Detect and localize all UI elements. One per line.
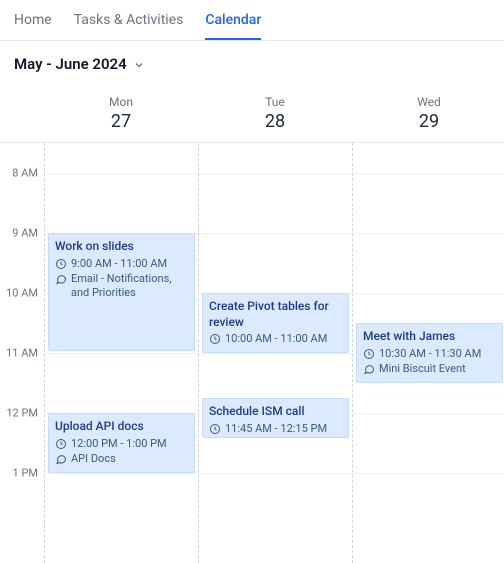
event-title: Schedule ISM call <box>209 404 342 420</box>
time-label: 9 AM <box>12 227 38 240</box>
day-number-label: 29 <box>352 111 504 132</box>
calendar-range-selector[interactable]: May - June 2024 <box>0 41 504 89</box>
chevron-down-icon <box>133 59 145 71</box>
time-label: 11 AM <box>6 347 38 360</box>
day-of-week-label: Tue <box>198 95 352 109</box>
event-time-row: 9:00 AM - 11:00 AM <box>55 257 188 271</box>
tab-tasks-activities[interactable]: Tasks & Activities <box>74 12 184 40</box>
event-link: API Docs <box>71 452 116 466</box>
event-time-row: 12:00 PM - 1:00 PM <box>55 437 188 451</box>
event-title: Work on slides <box>55 239 188 255</box>
event-link-row: Email - Notifications, and Priorities <box>55 272 188 301</box>
calendar-event[interactable]: Work on slides 9:00 AM - 11:00 AM Email … <box>48 233 195 351</box>
time-axis: 8 AM 9 AM 10 AM 11 AM 12 PM 1 PM <box>0 143 44 563</box>
event-time: 10:00 AM - 11:00 AM <box>225 332 327 346</box>
tab-home[interactable]: Home <box>14 12 52 40</box>
calendar-event[interactable]: Create Pivot tables for review 10:00 AM … <box>202 293 349 353</box>
time-label: 1 PM <box>13 467 38 480</box>
time-label: 10 AM <box>6 287 38 300</box>
event-link-row: Mini Biscuit Event <box>363 362 496 376</box>
clock-icon <box>209 423 221 435</box>
calendar-event[interactable]: Schedule ISM call 11:45 AM - 12:15 PM <box>202 398 349 438</box>
event-time-row: 10:30 AM - 11:30 AM <box>363 347 496 361</box>
event-time-row: 10:00 AM - 11:00 AM <box>209 332 342 346</box>
clock-icon <box>55 438 67 450</box>
day-column-wed[interactable]: Meet with James 10:30 AM - 11:30 AM Mini… <box>352 143 504 563</box>
day-header-wed[interactable]: Wed 29 <box>352 89 504 142</box>
calendar-day-header: Mon 27 Tue 28 Wed 29 <box>0 89 504 143</box>
event-time: 9:00 AM - 11:00 AM <box>71 257 167 271</box>
comment-icon <box>55 273 67 285</box>
event-title: Upload API docs <box>55 419 188 435</box>
day-number-label: 27 <box>44 111 198 132</box>
calendar-range-label: May - June 2024 <box>14 55 127 73</box>
comment-icon <box>363 363 375 375</box>
day-column-mon[interactable]: Work on slides 9:00 AM - 11:00 AM Email … <box>44 143 198 563</box>
calendar-event[interactable]: Meet with James 10:30 AM - 11:30 AM Mini… <box>356 323 503 383</box>
time-label: 12 PM <box>6 407 38 420</box>
event-title: Create Pivot tables for review <box>209 299 342 330</box>
tab-bar: Home Tasks & Activities Calendar <box>0 0 504 41</box>
event-time: 10:30 AM - 11:30 AM <box>379 347 481 361</box>
event-link: Mini Biscuit Event <box>379 362 466 376</box>
event-link: Email - Notifications, and Priorities <box>71 272 188 301</box>
clock-icon <box>363 348 375 360</box>
day-number-label: 28 <box>198 111 352 132</box>
event-link-row: API Docs <box>55 452 188 466</box>
day-header-tue[interactable]: Tue 28 <box>198 89 352 142</box>
tab-calendar[interactable]: Calendar <box>205 12 261 40</box>
time-label: 8 AM <box>12 167 38 180</box>
calendar-body: 8 AM 9 AM 10 AM 11 AM 12 PM 1 PM Work on… <box>0 143 504 563</box>
calendar-event[interactable]: Upload API docs 12:00 PM - 1:00 PM API D… <box>48 413 195 473</box>
day-of-week-label: Wed <box>352 95 504 109</box>
event-time: 12:00 PM - 1:00 PM <box>71 437 167 451</box>
comment-icon <box>55 453 67 465</box>
day-column-tue[interactable]: Create Pivot tables for review 10:00 AM … <box>198 143 352 563</box>
clock-icon <box>209 333 221 345</box>
event-time-row: 11:45 AM - 12:15 PM <box>209 422 342 436</box>
day-of-week-label: Mon <box>44 95 198 109</box>
day-header-mon[interactable]: Mon 27 <box>44 89 198 142</box>
clock-icon <box>55 258 67 270</box>
calendar-grid: Mon 27 Tue 28 Wed 29 8 AM 9 AM 10 AM 11 … <box>0 89 504 563</box>
event-time: 11:45 AM - 12:15 PM <box>225 422 327 436</box>
event-title: Meet with James <box>363 329 496 345</box>
